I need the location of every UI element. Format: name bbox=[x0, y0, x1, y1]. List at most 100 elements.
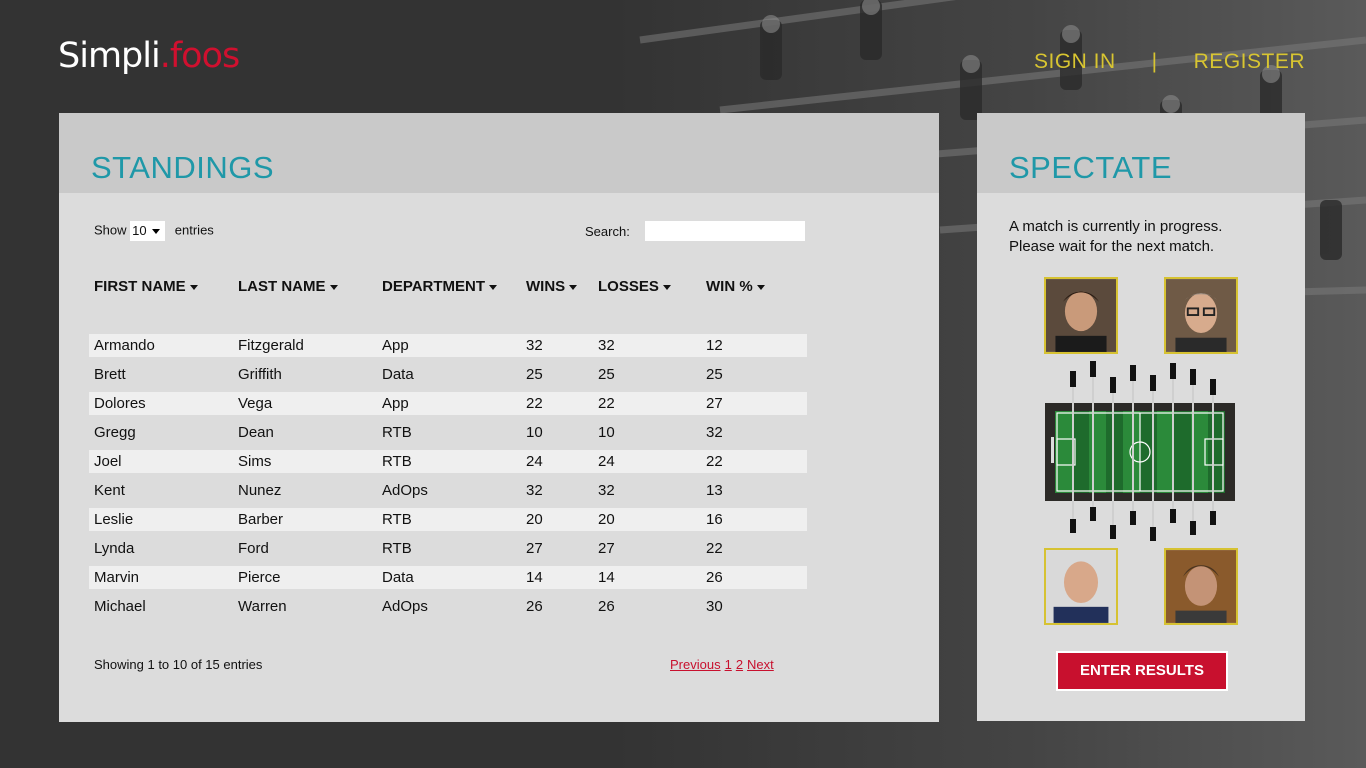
column-header-label: FIRST NAME bbox=[94, 278, 186, 295]
entries-select[interactable]: 10 bbox=[130, 221, 166, 241]
cell-wins: 27 bbox=[526, 540, 543, 557]
search-label: Search: bbox=[585, 223, 630, 239]
cell-win-percent: 22 bbox=[706, 540, 723, 557]
column-header-wins[interactable]: WINS bbox=[526, 278, 578, 295]
cell-wins: 22 bbox=[526, 395, 543, 412]
cell-first-name: Armando bbox=[94, 337, 155, 354]
caret-down-icon bbox=[329, 284, 338, 290]
column-header-department[interactable]: DEPARTMENT bbox=[382, 278, 498, 295]
logo-text-right: foos bbox=[169, 36, 240, 76]
table-row: Joel Sims RTB 24 24 22 bbox=[89, 450, 807, 473]
standings-table-body: Armando Fitzgerald App 32 32 12 Brett Gr… bbox=[89, 334, 807, 624]
cell-wins: 25 bbox=[526, 366, 543, 383]
caret-down-icon bbox=[569, 284, 578, 290]
cell-last-name: Fitzgerald bbox=[238, 337, 304, 354]
logo-dot: . bbox=[159, 36, 171, 76]
pagination-page-1[interactable]: 1 bbox=[725, 657, 732, 672]
table-row: Lynda Ford RTB 27 27 22 bbox=[89, 537, 807, 560]
cell-last-name: Warren bbox=[238, 598, 287, 615]
cell-department: RTB bbox=[382, 540, 412, 557]
pagination-next[interactable]: Next bbox=[747, 657, 774, 672]
pagination-page-2[interactable]: 2 bbox=[736, 657, 743, 672]
register-link[interactable]: REGISTER bbox=[1194, 50, 1305, 74]
standings-panel: STANDINGS Show 10 entries Search: FIRST … bbox=[59, 113, 939, 722]
cell-department: RTB bbox=[382, 511, 412, 528]
cell-wins: 24 bbox=[526, 453, 543, 470]
pagination: Previous 1 2 Next bbox=[670, 657, 778, 672]
cell-last-name: Ford bbox=[238, 540, 269, 557]
column-header-label: WIN % bbox=[706, 278, 753, 295]
top-navigation: SIGN IN | REGISTER bbox=[1034, 50, 1305, 74]
cell-department: Data bbox=[382, 569, 414, 586]
standings-header: STANDINGS bbox=[59, 113, 939, 193]
show-label: Show bbox=[94, 222, 127, 238]
table-row: Kent Nunez AdOps 32 32 13 bbox=[89, 479, 807, 502]
cell-department: RTB bbox=[382, 424, 412, 441]
caret-down-icon bbox=[152, 229, 161, 234]
cell-wins: 14 bbox=[526, 569, 543, 586]
table-row: Leslie Barber RTB 20 20 16 bbox=[89, 508, 807, 531]
entries-label: entries bbox=[174, 222, 214, 238]
column-header-label: DEPARTMENT bbox=[382, 278, 486, 295]
column-header-win-percent[interactable]: WIN % bbox=[706, 278, 765, 295]
table-info: Showing 1 to 10 of 15 entries bbox=[94, 657, 263, 672]
cell-losses: 14 bbox=[598, 569, 615, 586]
cell-win-percent: 22 bbox=[706, 453, 723, 470]
cell-wins: 32 bbox=[526, 337, 543, 354]
cell-first-name: Dolores bbox=[94, 395, 146, 412]
cell-win-percent: 25 bbox=[706, 366, 723, 383]
search-input[interactable] bbox=[644, 221, 805, 241]
caret-down-icon bbox=[189, 284, 198, 290]
cell-first-name: Leslie bbox=[94, 511, 134, 528]
column-header-last-name[interactable]: LAST NAME bbox=[238, 278, 338, 295]
enter-results-button[interactable]: ENTER RESULTS bbox=[1056, 651, 1228, 691]
cell-department: App bbox=[382, 337, 409, 354]
match-status-line-1: A match is currently in progress. bbox=[1009, 218, 1223, 235]
cell-losses: 32 bbox=[598, 337, 615, 354]
cell-win-percent: 16 bbox=[706, 511, 723, 528]
table-row: Armando Fitzgerald App 32 32 12 bbox=[89, 334, 807, 357]
cell-win-percent: 12 bbox=[706, 337, 723, 354]
cell-wins: 26 bbox=[526, 598, 543, 615]
table-row: Marvin Pierce Data 14 14 26 bbox=[89, 566, 807, 589]
column-header-label: LOSSES bbox=[598, 278, 659, 295]
table-row: Brett Griffith Data 25 25 25 bbox=[89, 363, 807, 386]
cell-win-percent: 30 bbox=[706, 598, 723, 615]
caret-down-icon bbox=[756, 284, 765, 290]
cell-first-name: Brett bbox=[94, 366, 126, 383]
column-header-label: WINS bbox=[526, 278, 566, 295]
cell-win-percent: 13 bbox=[706, 482, 723, 499]
simplifoos-logo[interactable]: Simpli.foos bbox=[58, 36, 240, 76]
cell-win-percent: 27 bbox=[706, 395, 723, 412]
cell-losses: 26 bbox=[598, 598, 615, 615]
cell-last-name: Barber bbox=[238, 511, 284, 528]
cell-last-name: Dean bbox=[238, 424, 274, 441]
cell-wins: 32 bbox=[526, 482, 543, 499]
player-avatar-top-right bbox=[1164, 277, 1238, 354]
search-control: Search: bbox=[585, 221, 805, 241]
cell-department: AdOps bbox=[382, 598, 428, 615]
cell-last-name: Vega bbox=[238, 395, 273, 412]
match-status-line-2: Please wait for the next match. bbox=[1009, 238, 1215, 255]
cell-first-name: Lynda bbox=[94, 540, 135, 557]
column-header-losses[interactable]: LOSSES bbox=[598, 278, 671, 295]
cell-department: App bbox=[382, 395, 409, 412]
cell-last-name: Griffith bbox=[238, 366, 282, 383]
cell-first-name: Marvin bbox=[94, 569, 140, 586]
cell-losses: 25 bbox=[598, 366, 615, 383]
player-avatar-bottom-right bbox=[1164, 548, 1238, 625]
column-header-first-name[interactable]: FIRST NAME bbox=[94, 278, 198, 295]
cell-losses: 10 bbox=[598, 424, 615, 441]
cell-last-name: Sims bbox=[238, 453, 272, 470]
table-row: Gregg Dean RTB 10 10 32 bbox=[89, 421, 807, 444]
pagination-previous[interactable]: Previous bbox=[670, 657, 721, 672]
entries-length-control: Show 10 entries bbox=[94, 221, 214, 241]
sign-in-link[interactable]: SIGN IN bbox=[1034, 50, 1116, 74]
cell-department: RTB bbox=[382, 453, 412, 470]
spectate-title: SPECTATE bbox=[1009, 150, 1173, 185]
cell-department: Data bbox=[382, 366, 414, 383]
cell-losses: 22 bbox=[598, 395, 615, 412]
standings-title: STANDINGS bbox=[91, 150, 275, 185]
cell-first-name: Kent bbox=[94, 482, 125, 499]
logo-text-left: Simpli bbox=[58, 36, 161, 76]
